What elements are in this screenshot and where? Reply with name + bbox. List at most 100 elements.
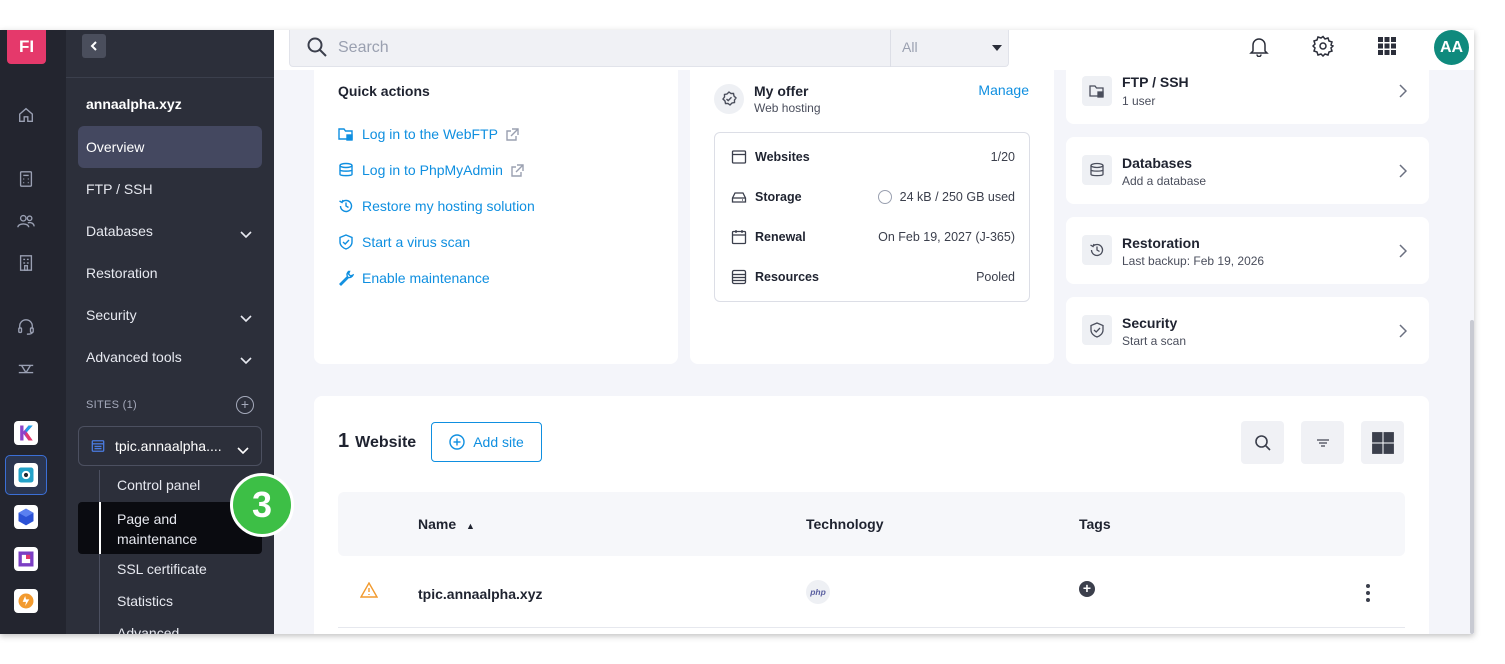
hosting-app-icon[interactable] bbox=[14, 463, 38, 487]
app-rail: FI bbox=[0, 30, 66, 634]
brand-logo[interactable]: FI bbox=[7, 30, 46, 64]
sidebar-item-restoration[interactable]: Restoration bbox=[78, 252, 262, 294]
subitem-control-panel[interactable]: Control panel bbox=[117, 477, 200, 493]
search-websites-button[interactable] bbox=[1241, 421, 1284, 464]
manage-offer-link[interactable]: Manage bbox=[978, 82, 1029, 98]
network-icon[interactable] bbox=[15, 358, 37, 380]
table-row[interactable]: tpic.annaalpha.xyz php + bbox=[338, 556, 1405, 628]
add-site-plus-icon[interactable]: + bbox=[236, 396, 254, 414]
filter-websites-button[interactable] bbox=[1301, 421, 1344, 464]
app-window: FI annaalpha.xyz Overview FTP / SSH Data… bbox=[0, 30, 1474, 634]
sidebar-item-label: Advanced tools bbox=[86, 349, 182, 365]
subitem-ssl-certificate[interactable]: SSL certificate bbox=[117, 561, 207, 577]
row-actions-kebab-icon[interactable] bbox=[1366, 584, 1370, 602]
subitem-page-and-maintenance[interactable]: Page and maintenance bbox=[117, 509, 237, 549]
folder-lock-icon bbox=[1082, 76, 1112, 106]
search-filter-select[interactable]: All bbox=[890, 30, 1010, 67]
browser-window-icon bbox=[731, 150, 747, 164]
sidebar-item-advanced-tools[interactable]: Advanced tools bbox=[78, 336, 262, 378]
headset-icon[interactable] bbox=[15, 316, 37, 338]
step-number-badge: 3 bbox=[230, 473, 294, 537]
gear-icon[interactable] bbox=[1311, 35, 1336, 59]
external-link-icon bbox=[506, 127, 519, 141]
add-site-button[interactable]: Add site bbox=[431, 422, 542, 462]
sidebar-item-databases[interactable]: Databases bbox=[78, 210, 262, 252]
users-icon[interactable] bbox=[15, 210, 37, 232]
storage-usage-text: 24 kB / 250 GB used bbox=[899, 190, 1015, 204]
restoration-card[interactable]: Restoration Last backup: Feb 19, 2026 bbox=[1066, 217, 1429, 284]
collapse-sidebar-button[interactable] bbox=[82, 34, 106, 58]
kchat-app-icon[interactable] bbox=[14, 421, 38, 445]
security-card-subtitle: Start a scan bbox=[1122, 334, 1187, 348]
webftp-login-link[interactable]: Log in to the WebFTP bbox=[338, 126, 519, 142]
sidebar: annaalpha.xyz Overview FTP / SSH Databas… bbox=[66, 30, 274, 634]
offer-row-storage: Storage 24 kB / 250 GB used bbox=[731, 187, 1015, 207]
quick-actions-title: Quick actions bbox=[338, 83, 430, 99]
storage-usage-ring-icon bbox=[877, 190, 892, 204]
home-icon[interactable] bbox=[15, 104, 37, 126]
search-icon bbox=[1254, 434, 1271, 451]
offer-row-value: 24 kB / 250 GB used bbox=[877, 190, 1015, 204]
offer-row-resources: Resources Pooled bbox=[731, 267, 1015, 287]
offer-row-label: Storage bbox=[755, 190, 802, 204]
bell-icon[interactable] bbox=[1248, 35, 1272, 59]
chevron-right-icon bbox=[1399, 244, 1408, 258]
sidebar-item-security[interactable]: Security bbox=[78, 294, 262, 336]
offer-row-label: Resources bbox=[755, 270, 819, 284]
calculator-icon[interactable] bbox=[15, 168, 37, 190]
databases-card[interactable]: Databases Add a database bbox=[1066, 137, 1429, 204]
databases-card-subtitle: Add a database bbox=[1122, 174, 1207, 188]
sidebar-item-ftp-ssh[interactable]: FTP / SSH bbox=[78, 168, 262, 210]
database-icon bbox=[1082, 155, 1112, 185]
offer-row-websites: Websites 1/20 bbox=[731, 147, 1015, 167]
databases-card-title: Databases bbox=[1122, 155, 1193, 171]
column-header-technology: Technology bbox=[806, 516, 884, 532]
offer-row-value: Pooled bbox=[976, 270, 1015, 284]
history-icon bbox=[1082, 235, 1112, 265]
cube-app-icon[interactable] bbox=[14, 505, 38, 529]
offer-card: My offer Web hosting Manage Websites 1/2… bbox=[690, 60, 1054, 364]
sort-ascending-icon: ▲ bbox=[466, 521, 475, 531]
column-header-name[interactable]: Name ▲ bbox=[418, 516, 475, 532]
subitem-advanced[interactable]: Advanced bbox=[117, 625, 179, 634]
column-header-label: Name bbox=[418, 516, 457, 532]
enable-maintenance-link[interactable]: Enable maintenance bbox=[338, 270, 490, 286]
enable-maintenance-label: Enable maintenance bbox=[362, 270, 490, 286]
grid-view-button[interactable] bbox=[1361, 421, 1404, 464]
apps-grid-icon[interactable] bbox=[1376, 35, 1400, 59]
filter-icon bbox=[1316, 438, 1329, 447]
sidebar-item-overview[interactable]: Overview bbox=[78, 126, 262, 168]
grid-view-icon bbox=[1371, 431, 1394, 454]
kdrive-app-icon[interactable] bbox=[14, 547, 38, 571]
ftp-ssh-card-subtitle: 1 user bbox=[1122, 94, 1156, 108]
building-icon[interactable] bbox=[15, 252, 37, 274]
security-card[interactable]: Security Start a scan bbox=[1066, 297, 1429, 364]
user-avatar[interactable]: AA bbox=[1434, 30, 1469, 65]
virus-scan-label: Start a virus scan bbox=[362, 234, 471, 250]
restoration-card-subtitle: Last backup: Feb 19, 2026 bbox=[1122, 254, 1265, 268]
hard-drive-icon bbox=[731, 192, 747, 203]
folder-lock-icon bbox=[338, 128, 353, 141]
php-technology-badge: php bbox=[806, 580, 830, 604]
websites-count: 1 bbox=[338, 430, 350, 452]
restore-hosting-link[interactable]: Restore my hosting solution bbox=[338, 198, 535, 214]
site-window-icon bbox=[91, 440, 105, 452]
search-input[interactable] bbox=[338, 35, 878, 61]
calendar-icon bbox=[731, 230, 747, 245]
quick-actions-card: Quick actions Log in to the WebFTP Log i… bbox=[314, 60, 678, 364]
phpmyadmin-login-link[interactable]: Log in to PhpMyAdmin bbox=[338, 162, 524, 178]
website-name[interactable]: tpic.annaalpha.xyz bbox=[418, 586, 542, 602]
add-tag-icon[interactable]: + bbox=[1079, 581, 1095, 597]
virus-scan-link[interactable]: Start a virus scan bbox=[338, 234, 470, 250]
site-selector[interactable]: tpic.annaalpha.... bbox=[78, 426, 262, 466]
page-scrollbar[interactable] bbox=[1470, 320, 1474, 634]
chevron-down-icon bbox=[240, 226, 252, 239]
warning-icon bbox=[359, 581, 379, 598]
sidebar-domain: annaalpha.xyz bbox=[86, 96, 182, 112]
top-header: All AA bbox=[274, 30, 1474, 70]
swiss-backup-app-icon[interactable] bbox=[14, 589, 38, 613]
subitem-statistics[interactable]: Statistics bbox=[117, 593, 173, 609]
search-icon bbox=[306, 36, 328, 58]
chevron-right-icon bbox=[1399, 324, 1408, 338]
shield-check-icon bbox=[1082, 315, 1112, 345]
